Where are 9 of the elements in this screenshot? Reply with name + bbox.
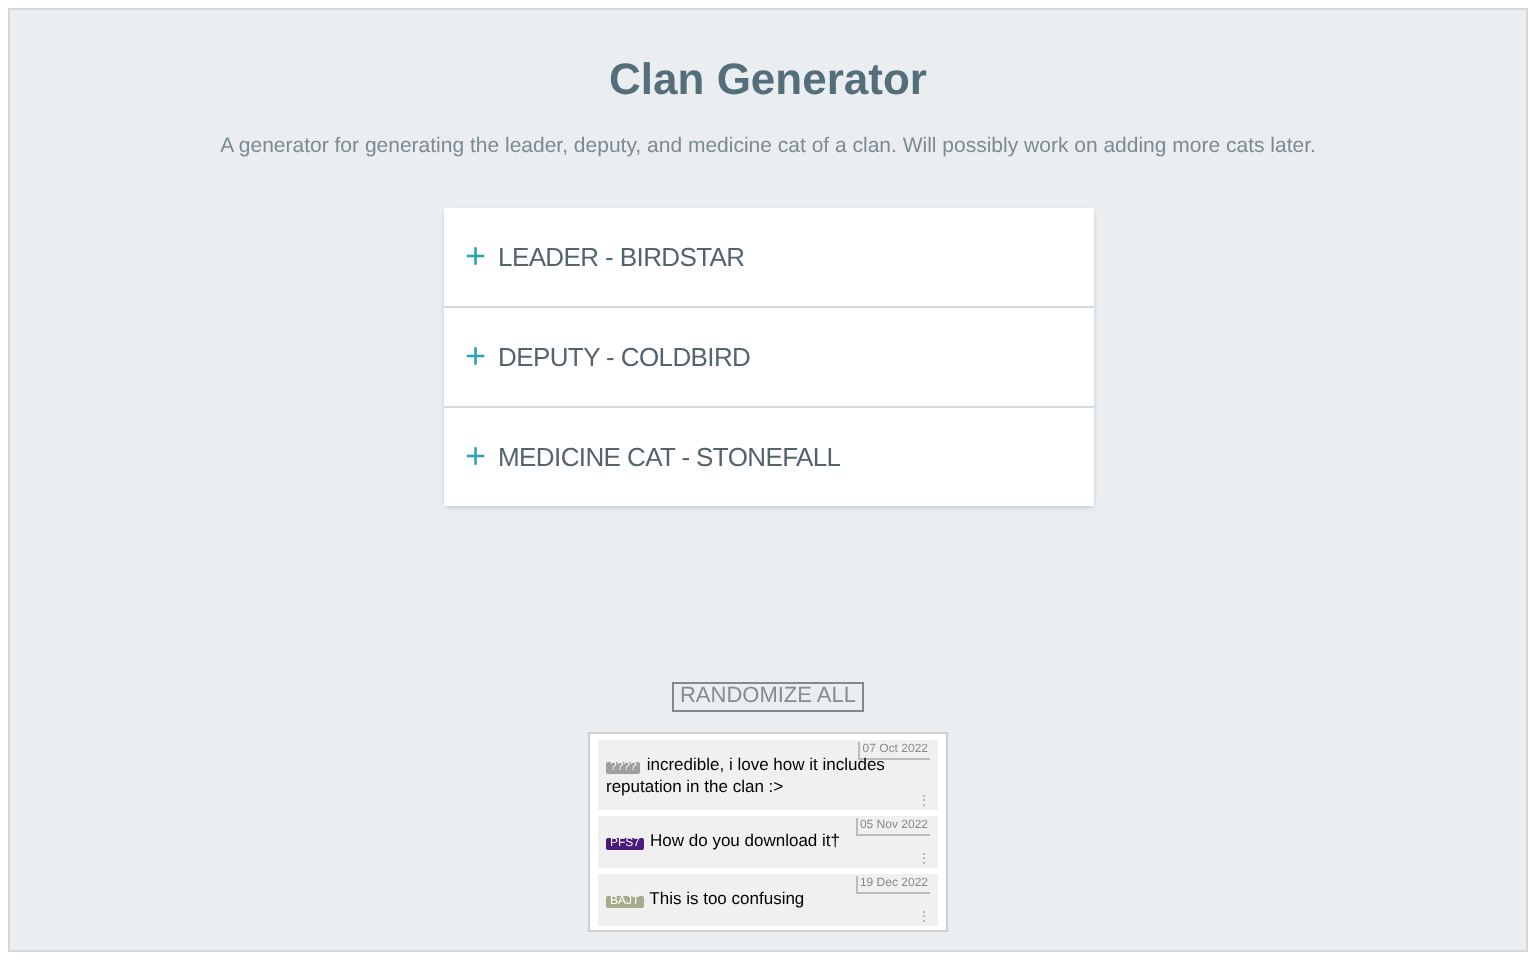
accordion-header[interactable]: + LEADER - BIRDSTAR bbox=[443, 207, 1093, 306]
accordion-header[interactable]: + DEPUTY - COLDBIRD bbox=[443, 307, 1093, 406]
plus-icon: + bbox=[465, 238, 487, 275]
plus-icon: + bbox=[465, 338, 487, 375]
description: A generator for generating the leader, deputy, and medicine cat of a clan. Will possibly work on adding more cats later. bbox=[220, 132, 1316, 162]
randomize-all-button[interactable]: RANDOMIZE ALL bbox=[671, 681, 865, 712]
plus-icon: + bbox=[465, 438, 487, 475]
page-title: Clan Generator bbox=[609, 52, 927, 108]
accordion-header[interactable]: + MEDICINE CAT - STONEFALL bbox=[443, 407, 1093, 506]
